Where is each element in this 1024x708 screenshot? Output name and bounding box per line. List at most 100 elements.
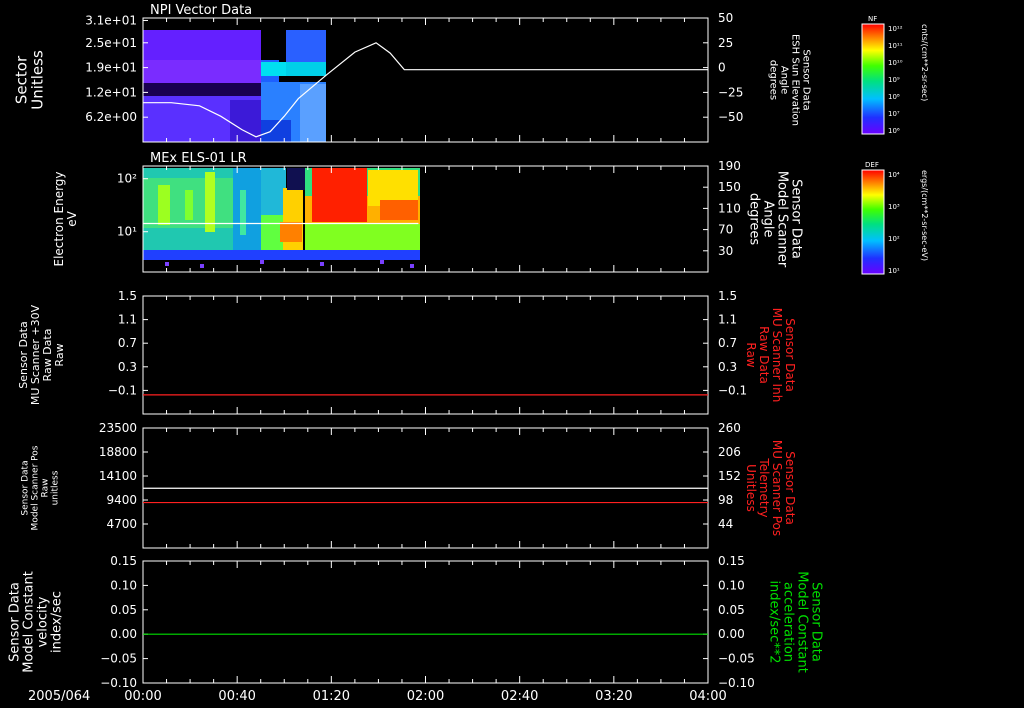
y-tick-label-right: 110 bbox=[718, 201, 741, 215]
panel-title: NPI Vector Data bbox=[150, 3, 252, 18]
y-tick-labels: 1.5 1.1 0.7 0.3 −0.1 1.5 1.1 0.7 0.3 −0.1 bbox=[108, 289, 747, 397]
panel-model-constant: 0.15 0.10 0.05 0.00 −0.05 −0.10 0.15 0.10 0.05 0.… bbox=[8, 554, 824, 690]
y-tick-label-left: −0.1 bbox=[108, 383, 137, 397]
y-tick-label-right: 150 bbox=[718, 180, 741, 194]
y-axis-label-left: velocity bbox=[36, 596, 51, 647]
y-tick-label-left: 6.2e+00 bbox=[85, 110, 137, 124]
y-tick-label-right: 25 bbox=[718, 36, 733, 50]
y-tick-label-right: 0.3 bbox=[718, 360, 737, 374]
y-axis-label-right: Sensor Data bbox=[809, 582, 824, 662]
panel-els: MEx ELS-01 LR 10²10¹1901501107030 Electr… bbox=[52, 151, 804, 273]
y-axis-label-left: Unitless bbox=[29, 50, 47, 110]
colorbar-def: DEF 10⁴ 10³ 10² 10¹ ergs/(cm**2-sr-sec-eV) bbox=[861, 161, 929, 275]
colorbar-def-scale bbox=[861, 169, 885, 275]
y-tick-label-left: 3.1e+01 bbox=[85, 13, 137, 27]
tick-marks bbox=[142, 560, 709, 684]
y-tick-label-right: 190 bbox=[718, 159, 741, 173]
colorbar-def-title: DEF bbox=[865, 161, 879, 169]
y-tick-label-right: 1.5 bbox=[718, 289, 737, 303]
series-lines bbox=[143, 487, 708, 504]
y-tick-label-left: −0.05 bbox=[100, 652, 137, 666]
y-axis-label-right: MU Scanner Inh bbox=[770, 308, 784, 403]
colorbar-tick-label: 10⁷ bbox=[888, 110, 900, 118]
y-axis-label-right: Sensor Data bbox=[783, 451, 797, 525]
y-axis-label-right: index/sec**2 bbox=[767, 580, 782, 663]
y-axis-label-right: Telemetry bbox=[757, 457, 771, 517]
y-tick-label-right: 98 bbox=[718, 493, 733, 507]
y-axis-label-right: ESH Sun Elevation bbox=[790, 34, 801, 126]
colorbar-tick-label: 10⁴ bbox=[888, 171, 900, 179]
spectrogram-figure: NPI Vector Data 3.1e+01 2.5e+01 1.9e+01 1.2… bbox=[8, 3, 930, 704]
colorbar-def-ticks: 10⁴ 10³ 10² 10¹ bbox=[888, 171, 900, 275]
y-tick-label-right: 1.1 bbox=[718, 313, 737, 327]
x-tick-labels: 00:00 00:40 01:20 02:00 02:40 03:20 04:00 bbox=[124, 689, 726, 704]
y-axis-label-right: Model Constant bbox=[795, 571, 810, 673]
y-axis-label-right: Sensor Data bbox=[801, 49, 812, 110]
y-tick-label-right: 50 bbox=[718, 11, 733, 25]
y-tick-label-right: 0.7 bbox=[718, 336, 737, 350]
colorbar-tick-label: 10² bbox=[888, 235, 900, 243]
y-tick-label-left: 4700 bbox=[106, 517, 137, 531]
y-tick-label-right: 30 bbox=[718, 244, 733, 258]
colorbar-tick-label: 10⁸ bbox=[888, 93, 900, 101]
x-tick-label: 02:40 bbox=[501, 689, 538, 704]
y-tick-label-left: 10¹ bbox=[117, 225, 137, 239]
y-axis-label-left: Sensor Data bbox=[8, 582, 23, 662]
y-axis-label-right: Sensor Data bbox=[783, 318, 797, 392]
x-tick-label: 03:20 bbox=[595, 689, 632, 704]
y-tick-label-left: 0.00 bbox=[110, 627, 137, 641]
colorbar-tick-label: 10⁹ bbox=[888, 76, 900, 84]
y-axis-label-left: unitless bbox=[51, 470, 61, 505]
y-tick-label-right: 0.05 bbox=[718, 603, 745, 617]
y-tick-label-left: 9400 bbox=[106, 493, 137, 507]
colorbar-nf-unit: cnts/(cm**2-sr-sec) bbox=[920, 24, 929, 101]
y-tick-label-left: 0.05 bbox=[110, 603, 137, 617]
y-axis-label-left: Model Constant bbox=[22, 571, 37, 673]
colorbar-def-unit: ergs/(cm**2-sr-sec-eV) bbox=[920, 170, 929, 261]
y-axis-label-left: Sensor Data bbox=[21, 460, 31, 515]
y-axis-label-right: Unitless bbox=[744, 464, 758, 512]
y-axis-label-right: Raw bbox=[744, 342, 758, 367]
y-axis-label-left: Model Scanner Pos bbox=[31, 445, 41, 530]
plot-frame bbox=[142, 560, 709, 684]
y-axis-label-right: Model Scanner bbox=[775, 171, 790, 268]
y-tick-label-left: 1.2e+01 bbox=[85, 85, 137, 99]
panel-scanner-pos: 23500 18800 14100 9400 4700 260 206 152 98 44 Sen… bbox=[21, 421, 797, 549]
y-tick-label-left: 1.5 bbox=[118, 289, 137, 303]
plot-frame bbox=[142, 295, 709, 415]
y-tick-label-right: −0.10 bbox=[718, 676, 755, 690]
y-axis-label-right: Raw Data bbox=[757, 326, 771, 384]
y-tick-label-left: 14100 bbox=[99, 469, 137, 483]
y-tick-label-right: 206 bbox=[718, 445, 741, 459]
colorbar-nf: NF 10¹² 10¹¹ 10¹⁰ 10⁹ 10⁸ 10⁷ 10⁶ cnts/(cm**2-… bbox=[861, 15, 929, 135]
y-tick-label-right: −0.05 bbox=[718, 652, 755, 666]
x-tick-label: 04:00 bbox=[689, 689, 726, 704]
y-axis-label-left: Raw bbox=[41, 479, 51, 498]
colorbar-tick-label: 10¹¹ bbox=[888, 42, 903, 50]
x-tick-label: 02:00 bbox=[407, 689, 444, 704]
panel-title: MEx ELS-01 LR bbox=[150, 151, 247, 166]
colorbar-nf-title: NF bbox=[868, 15, 877, 23]
colorbar-tick-label: 10¹ bbox=[888, 267, 900, 275]
y-axis-label-left: Electron Energy bbox=[52, 171, 66, 266]
y-tick-label-left: 0.3 bbox=[118, 360, 137, 374]
y-axis-label-right: MU Scanner Pos bbox=[770, 440, 784, 536]
y-tick-label-left: 0.7 bbox=[118, 336, 137, 350]
y-axis-label-right: Angle bbox=[761, 201, 776, 238]
y-tick-label-left: 1.9e+01 bbox=[85, 61, 137, 75]
y-tick-label-left: −0.10 bbox=[100, 676, 137, 690]
y-tick-label-right: 0.15 bbox=[718, 554, 745, 568]
y-axis-label-left: index/sec bbox=[50, 591, 65, 653]
y-axis-label-right: degrees bbox=[747, 193, 762, 246]
panel-mu-30v: 1.5 1.1 0.7 0.3 −0.1 1.5 1.1 0.7 0.3 −0.1 Sensor … bbox=[17, 289, 797, 415]
y-tick-label-left: 23500 bbox=[99, 421, 137, 435]
y-tick-label-right: 70 bbox=[718, 223, 733, 237]
colorbar-tick-label: 10⁶ bbox=[888, 127, 900, 135]
y-axis-label-left: eV bbox=[65, 210, 79, 226]
panel-npi: NPI Vector Data 3.1e+01 2.5e+01 1.9e+01 1.2… bbox=[13, 3, 812, 143]
y-tick-label-right: −0.1 bbox=[718, 383, 747, 397]
y-tick-label-right: 0 bbox=[718, 61, 726, 75]
y-tick-label-left: 0.15 bbox=[110, 554, 137, 568]
y-tick-label-left: 18800 bbox=[99, 445, 137, 459]
x-tick-label: 01:20 bbox=[313, 689, 350, 704]
